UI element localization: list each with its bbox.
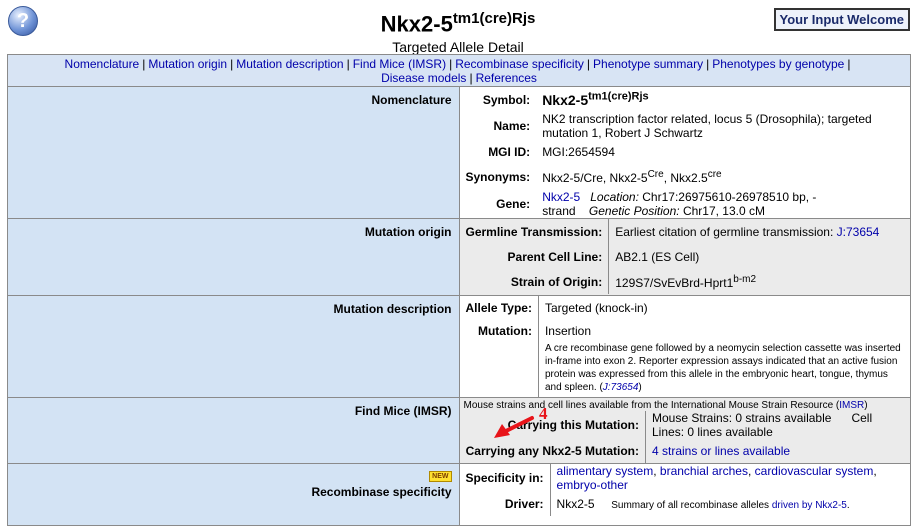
allele-name: NK2 transcription factor related, locus … — [542, 112, 872, 140]
name-label: Name: — [493, 119, 531, 133]
mgi-id-value: MGI:2654594 — [542, 145, 615, 159]
mutation-label: Mutation: — [477, 324, 532, 338]
nav-link-find-mice[interactable]: Find Mice (IMSR) — [353, 57, 446, 71]
driven-by-link[interactable]: driven by Nkx2-5 — [772, 500, 847, 511]
genetic-position-value: Chr17, 13.0 cM — [682, 204, 765, 218]
parent-cell-line-label: Parent Cell Line: — [507, 249, 603, 264]
nav-link-references[interactable]: References — [476, 71, 537, 85]
section-label-nomenclature: Nomenclature — [7, 86, 460, 219]
parent-cell-line-value: AB2.1 (ES Cell) — [608, 244, 910, 269]
genetic-position-label: Genetic Position: — [588, 204, 680, 218]
allele-type-label: Allele Type: — [465, 301, 532, 315]
nav-link-mutation-origin[interactable]: Mutation origin — [148, 57, 227, 71]
section-label-mutation-origin: Mutation origin — [7, 218, 460, 296]
nomenclature-section: Symbol: Nkx2-5tm1(cre)Rjs Name: NK2 transc… — [458, 86, 911, 219]
mouse-strains-count: Mouse Strains: 0 strains available — [652, 411, 832, 425]
title-superscript: tm1(cre)Rjs — [452, 10, 536, 27]
specificity-tissues: alimentary system, branchial arches, car… — [549, 464, 910, 492]
section-label-recombinase: NEW Recombinase specificity — [7, 463, 460, 526]
note-reference-link[interactable]: J:73654 — [603, 382, 639, 393]
recombinase-section: Specificity in: alimentary system, branch… — [458, 463, 911, 526]
mutation-origin-section: Germline Transmission: Earliest citation … — [458, 218, 911, 296]
tissue-link-embryo-other[interactable]: embryo-other — [557, 478, 628, 492]
allele-detail-table: Nomenclature | Mutation origin | Mutation de… — [7, 54, 911, 526]
tissue-link-branchial-arches[interactable]: branchial arches — [660, 464, 748, 478]
gene-row: Nkx2-5 Location: Chr17:26975610-26978510… — [536, 190, 910, 218]
mutation-description-section: Allele Type: Targeted (knock-in) Mutation… — [458, 295, 911, 398]
annotation-arrow-icon: 4 — [494, 404, 548, 438]
new-badge: NEW — [429, 471, 452, 483]
tissue-link-cardiovascular-system[interactable]: cardiovascular system — [755, 464, 874, 478]
gene-link[interactable]: Nkx2-5 — [542, 190, 580, 204]
location-label: Location: — [590, 190, 639, 204]
nav-link-phenotypes-by-genotype[interactable]: Phenotypes by genotype — [712, 57, 844, 71]
recombinase-summary: Summary of all recombinase alleles drive… — [611, 500, 850, 511]
strain-of-origin-value: 129S7/SvEvBrd-Hprt1b-m2 — [608, 269, 910, 294]
carrying-any-mutation-value: 4 strains or lines available — [645, 439, 910, 463]
nav-link-phenotype-summary[interactable]: Phenotype summary — [593, 57, 703, 71]
nav-link-mutation-description[interactable]: Mutation description — [236, 57, 343, 71]
allele-type-value: Targeted (knock-in) — [537, 296, 910, 320]
imsr-link[interactable]: IMSR — [839, 400, 864, 411]
recombinase-label: Recombinase specificity — [311, 485, 452, 499]
driver-value: Nkx2-5 — [556, 497, 595, 511]
synonyms-value: Nkx2-5/Cre, Nkx2-5Cre, Nkx2.5cre — [542, 169, 722, 185]
title-symbol: Nkx2-5 — [380, 11, 453, 37]
location-value: Chr17:26975610-26978510 bp, - strand — [542, 190, 817, 218]
strain-of-origin-label: Strain of Origin: — [510, 274, 603, 289]
section-nav-bar: Nomenclature | Mutation origin | Mutation de… — [7, 54, 911, 87]
mgi-id-label: MGI ID: — [488, 145, 531, 159]
gene-label: Gene: — [496, 197, 531, 211]
germline-reference-link[interactable]: J:73654 — [837, 225, 880, 239]
nav-link-disease-models[interactable]: Disease models — [381, 71, 466, 85]
tissue-link-alimentary-system[interactable]: alimentary system — [557, 464, 654, 478]
mutation-value: Insertion — [537, 320, 910, 342]
germline-value: Earliest citation of germline transmissi… — [608, 219, 910, 244]
carrying-any-mutation-label: Carrying any Nkx2-5 Mutation: — [465, 444, 639, 458]
mutation-note: A cre recombinase gene followed by a neo… — [537, 342, 910, 397]
carrying-this-mutation-label: Carrying this Mutation: — [507, 418, 639, 432]
nav-link-nomenclature[interactable]: Nomenclature — [65, 57, 140, 71]
synonyms-label: Synonyms: — [465, 170, 531, 184]
carrying-this-mutation-value: Mouse Strains: 0 strains available Cell … — [645, 411, 910, 439]
section-label-find-mice: Find Mice (IMSR) — [7, 397, 460, 464]
annotation-marker-number: 4 — [539, 404, 548, 423]
symbol-label: Symbol: — [482, 92, 531, 107]
your-input-welcome-button[interactable]: Your Input Welcome — [773, 8, 910, 31]
nav-link-recombinase-specificity[interactable]: Recombinase specificity — [455, 57, 584, 71]
germline-label: Germline Transmission: — [465, 224, 603, 239]
strains-available-link[interactable]: 4 strains or lines available — [652, 444, 790, 458]
allele-symbol: Nkx2-5tm1(cre)Rjs — [542, 90, 649, 109]
specificity-label: Specificity in: — [465, 471, 544, 485]
section-label-mutation-description: Mutation description — [7, 295, 460, 398]
